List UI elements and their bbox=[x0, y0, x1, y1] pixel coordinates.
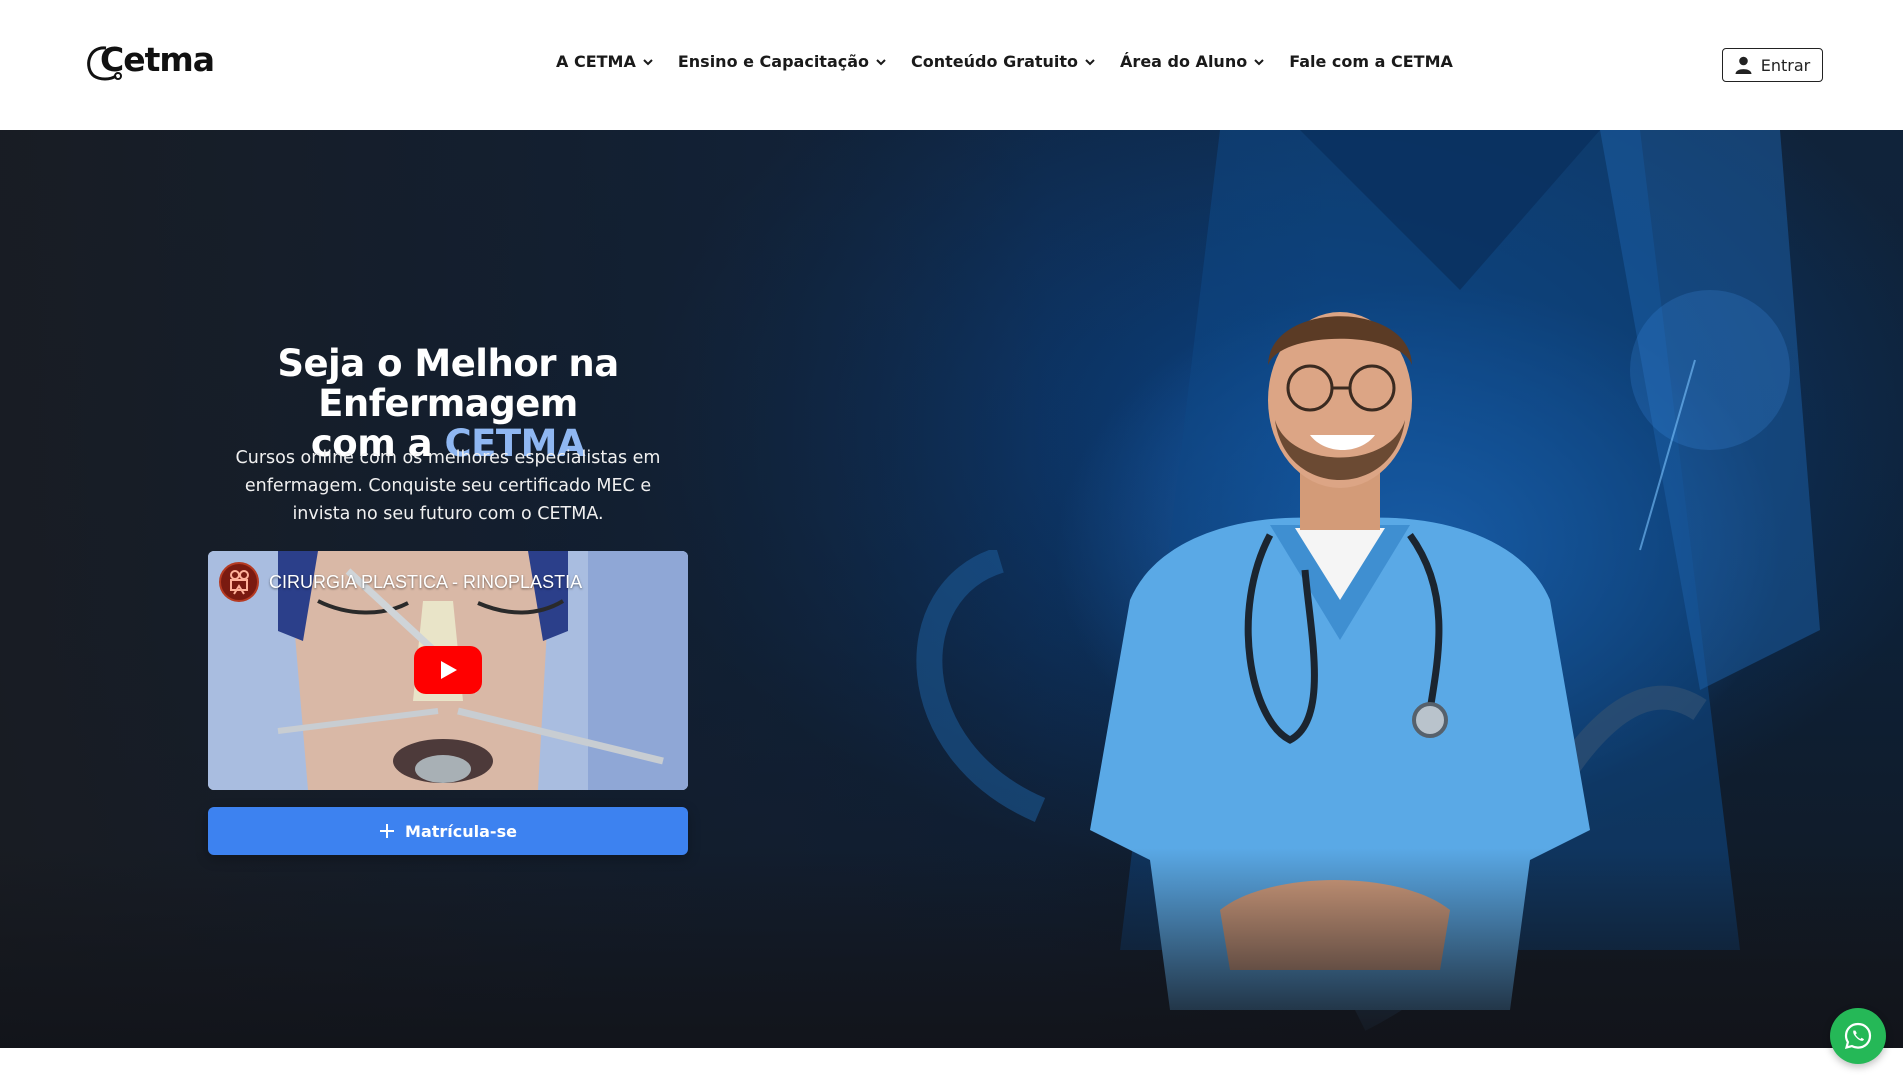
chevron-down-icon bbox=[876, 58, 886, 65]
main-nav: A CETMA Ensino e Capacitação Conteúdo Gr… bbox=[556, 52, 1453, 71]
nav-item-fale[interactable]: Fale com a CETMA bbox=[1289, 52, 1453, 71]
video-embed[interactable]: CIRURGIA PLASTICA - RINOPLASTIA bbox=[208, 551, 688, 790]
channel-avatar-icon[interactable] bbox=[219, 562, 259, 602]
chevron-down-icon bbox=[1254, 58, 1264, 65]
play-button[interactable] bbox=[414, 646, 482, 694]
login-label: Entrar bbox=[1760, 55, 1811, 75]
enroll-button[interactable]: Matrícula-se bbox=[208, 807, 688, 855]
camera-icon bbox=[230, 570, 249, 595]
nav-item-conteudo[interactable]: Conteúdo Gratuito bbox=[911, 52, 1096, 71]
nav-label: Fale com a CETMA bbox=[1289, 52, 1453, 71]
cetma-logo[interactable]: Cetma bbox=[84, 38, 216, 90]
nav-item-area-aluno[interactable]: Área do Aluno bbox=[1120, 52, 1265, 71]
whatsapp-icon bbox=[1844, 1022, 1872, 1050]
chevron-down-icon bbox=[643, 58, 653, 65]
nav-item-ensino[interactable]: Ensino e Capacitação bbox=[678, 52, 887, 71]
nav-item-a-cetma[interactable]: A CETMA bbox=[556, 52, 654, 71]
play-icon bbox=[441, 661, 457, 679]
site-header: Cetma A CETMA Ensino e Capacitação Conte… bbox=[0, 0, 1903, 130]
hero-title-line1: Seja o Melhor na Enfermagem bbox=[277, 342, 619, 425]
nav-label: A CETMA bbox=[556, 52, 636, 71]
logo-text: Cetma bbox=[100, 40, 215, 79]
enroll-label: Matrícula-se bbox=[405, 821, 517, 841]
hero-section: Seja o Melhor na Enfermagem com a CETMA … bbox=[0, 130, 1903, 1048]
whatsapp-button[interactable] bbox=[1830, 1008, 1886, 1064]
login-button[interactable]: Entrar bbox=[1722, 48, 1823, 82]
nav-label: Conteúdo Gratuito bbox=[911, 52, 1079, 71]
hero-description: Cursos online com os melhores especialis… bbox=[235, 448, 661, 524]
nav-label: Ensino e Capacitação bbox=[677, 52, 870, 71]
user-icon bbox=[1735, 56, 1752, 74]
hero-bottom-fade bbox=[0, 848, 1903, 1048]
nav-label: Área do Aluno bbox=[1120, 52, 1248, 71]
video-title[interactable]: CIRURGIA PLASTICA - RINOPLASTIA bbox=[269, 572, 582, 593]
plus-icon bbox=[380, 824, 395, 838]
chevron-down-icon bbox=[1085, 58, 1095, 65]
